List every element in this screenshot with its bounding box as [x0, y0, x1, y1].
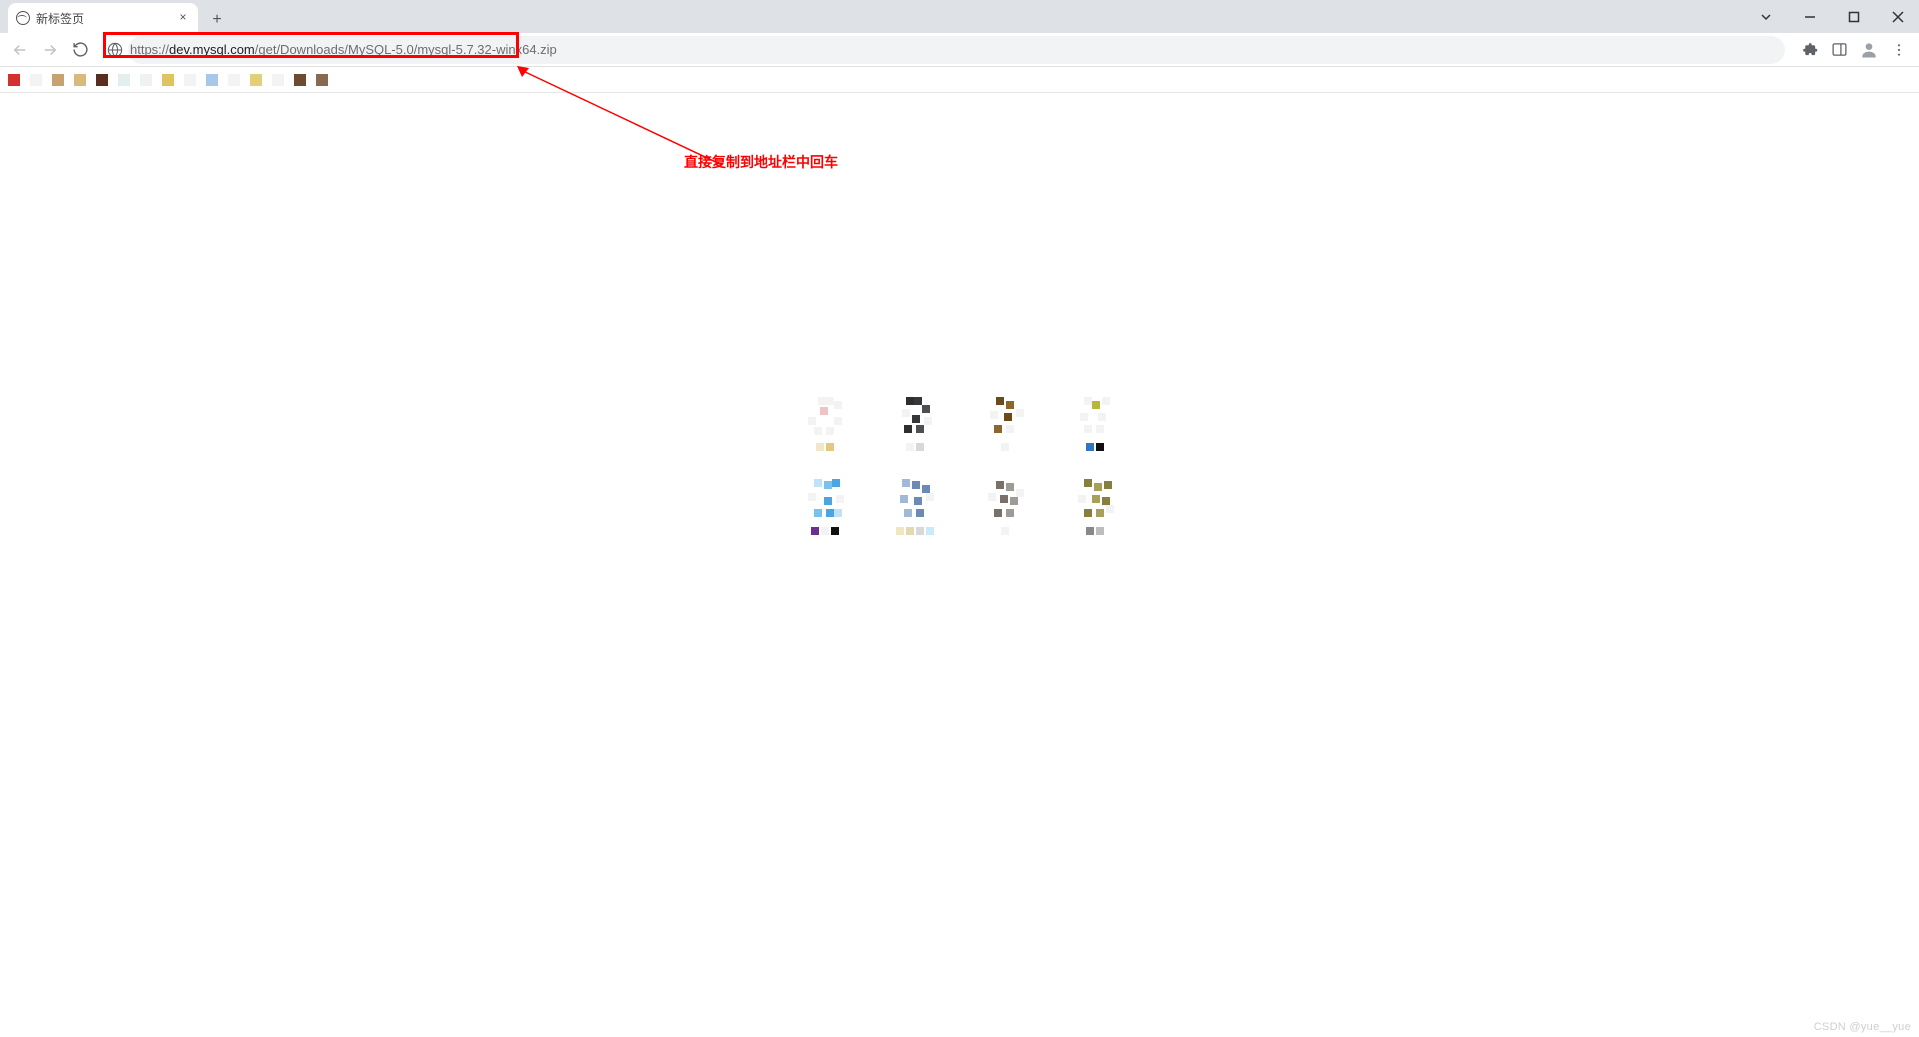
shortcut-icon [982, 391, 1028, 437]
tab-title: 新标签页 [36, 10, 170, 27]
reload-button[interactable] [66, 36, 94, 64]
browser-tab[interactable]: 新标签页 × [8, 3, 198, 33]
forward-button[interactable] [36, 36, 64, 64]
shortcut-icon [892, 475, 938, 521]
bookmark-item[interactable] [30, 74, 42, 86]
shortcut-tile[interactable] [780, 471, 870, 555]
shortcut-tile[interactable] [870, 471, 960, 555]
shortcut-icon [802, 475, 848, 521]
back-button[interactable] [6, 36, 34, 64]
address-bar[interactable]: https://dev.mysql.com/get/Downloads/MySQ… [128, 36, 1785, 64]
shortcut-icon [802, 391, 848, 437]
minimize-button[interactable] [1789, 0, 1831, 33]
shortcut-tile[interactable] [1050, 471, 1140, 555]
shortcut-label [960, 527, 1050, 539]
toolbar: https://dev.mysql.com/get/Downloads/MySQ… [0, 33, 1919, 67]
page-content: 直接复制到地址栏中回车 CSDN @yue__yue [0, 93, 1919, 1037]
site-info-button[interactable] [102, 37, 128, 63]
bookmark-item[interactable] [228, 74, 240, 86]
shortcut-label [1050, 443, 1140, 455]
app-menu-button[interactable] [1885, 36, 1913, 64]
extensions-button[interactable] [1795, 36, 1823, 64]
shortcuts-grid [780, 387, 1140, 555]
bookmark-item[interactable] [118, 74, 130, 86]
shortcut-label [780, 527, 870, 539]
watermark: CSDN @yue__yue [1814, 1021, 1911, 1033]
bookmark-item[interactable] [162, 74, 174, 86]
shortcut-tile[interactable] [870, 387, 960, 471]
shortcut-icon [1072, 391, 1118, 437]
shortcut-icon [892, 391, 938, 437]
shortcut-label [780, 443, 870, 455]
bookmark-item[interactable] [140, 74, 152, 86]
toolbar-right [1795, 36, 1913, 64]
bookmark-item[interactable] [272, 74, 284, 86]
new-tab-button[interactable]: + [204, 7, 230, 33]
bookmark-item[interactable] [316, 74, 328, 86]
globe-icon [16, 11, 30, 25]
bookmark-item[interactable] [74, 74, 86, 86]
close-window-button[interactable] [1877, 0, 1919, 33]
shortcut-label [870, 443, 960, 455]
shortcut-label [960, 443, 1050, 455]
shortcut-label [870, 527, 960, 539]
maximize-button[interactable] [1833, 0, 1875, 33]
shortcut-tile[interactable] [960, 387, 1050, 471]
tabs-dropdown-button[interactable] [1745, 0, 1787, 33]
shortcut-tile[interactable] [960, 471, 1050, 555]
bookmark-item[interactable] [96, 74, 108, 86]
shortcut-label [1050, 527, 1140, 539]
shortcut-icon [1072, 475, 1118, 521]
bookmark-item[interactable] [52, 74, 64, 86]
bookmark-item[interactable] [184, 74, 196, 86]
window-controls [1745, 0, 1919, 33]
bookmark-item[interactable] [206, 74, 218, 86]
close-tab-button[interactable]: × [176, 11, 190, 25]
annotation-text: 直接复制到地址栏中回车 [684, 152, 838, 172]
bookmark-item[interactable] [250, 74, 262, 86]
tab-strip: 新标签页 × + [0, 0, 1919, 33]
side-panel-button[interactable] [1825, 36, 1853, 64]
shortcut-icon [982, 475, 1028, 521]
shortcut-tile[interactable] [780, 387, 870, 471]
bookmark-item[interactable] [294, 74, 306, 86]
bookmarks-bar[interactable] [0, 67, 1919, 93]
shortcut-tile[interactable] [1050, 387, 1140, 471]
profile-button[interactable] [1855, 36, 1883, 64]
address-bar-text: https://dev.mysql.com/get/Downloads/MySQ… [130, 42, 557, 57]
omnibox-container: https://dev.mysql.com/get/Downloads/MySQ… [102, 36, 1785, 64]
bookmark-item[interactable] [8, 74, 20, 86]
